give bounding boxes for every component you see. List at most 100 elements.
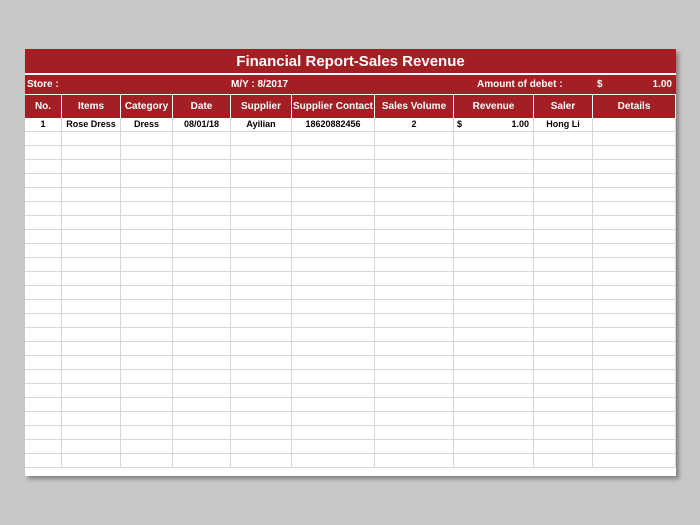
cell-category[interactable] (121, 370, 173, 383)
cell-date[interactable] (173, 230, 231, 243)
cell-date[interactable] (173, 398, 231, 411)
cell-saler[interactable] (534, 272, 593, 285)
cell-supplier[interactable] (231, 286, 292, 299)
cell-category[interactable] (121, 314, 173, 327)
cell-no[interactable] (25, 426, 62, 439)
cell-items[interactable] (62, 398, 121, 411)
cell-sales-volume[interactable] (375, 314, 454, 327)
cell-details[interactable] (593, 160, 676, 173)
cell-items[interactable] (62, 146, 121, 159)
cell-category[interactable] (121, 440, 173, 453)
cell-no[interactable] (25, 174, 62, 187)
cell-saler[interactable] (534, 300, 593, 313)
cell-supplier-contact[interactable] (292, 272, 375, 285)
cell-sales-volume[interactable] (375, 342, 454, 355)
cell-category[interactable] (121, 412, 173, 425)
cell-category[interactable] (121, 384, 173, 397)
cell-no[interactable] (25, 454, 62, 467)
cell-date[interactable] (173, 356, 231, 369)
cell-details[interactable] (593, 216, 676, 229)
cell-saler[interactable] (534, 202, 593, 215)
cell-category[interactable] (121, 202, 173, 215)
cell-date[interactable] (173, 300, 231, 313)
cell-details[interactable] (593, 426, 676, 439)
cell-items[interactable] (62, 328, 121, 341)
cell-sales-volume[interactable] (375, 174, 454, 187)
cell-date[interactable] (173, 244, 231, 257)
cell-supplier-contact[interactable] (292, 356, 375, 369)
cell-sales-volume[interactable] (375, 160, 454, 173)
cell-supplier[interactable] (231, 160, 292, 173)
cell-details[interactable] (593, 230, 676, 243)
cell-saler[interactable] (534, 454, 593, 467)
cell-category[interactable] (121, 160, 173, 173)
cell-date[interactable] (173, 314, 231, 327)
cell-revenue[interactable] (454, 258, 534, 271)
cell-date[interactable] (173, 272, 231, 285)
cell-details[interactable] (593, 174, 676, 187)
cell-category[interactable] (121, 272, 173, 285)
cell-revenue[interactable] (454, 412, 534, 425)
cell-supplier-contact[interactable] (292, 314, 375, 327)
cell-saler[interactable] (534, 412, 593, 425)
cell-supplier[interactable] (231, 146, 292, 159)
cell-no[interactable] (25, 398, 62, 411)
cell-details[interactable] (593, 328, 676, 341)
cell-items[interactable] (62, 188, 121, 201)
cell-category[interactable] (121, 216, 173, 229)
cell-details[interactable] (593, 244, 676, 257)
cell-no[interactable] (25, 300, 62, 313)
cell-supplier-contact[interactable] (292, 426, 375, 439)
cell-revenue[interactable] (454, 300, 534, 313)
cell-supplier[interactable] (231, 454, 292, 467)
cell-details[interactable] (593, 258, 676, 271)
cell-items[interactable] (62, 384, 121, 397)
cell-revenue[interactable]: $1.00 (454, 118, 534, 131)
cell-date[interactable] (173, 454, 231, 467)
cell-no[interactable] (25, 272, 62, 285)
cell-saler[interactable] (534, 398, 593, 411)
cell-sales-volume[interactable] (375, 426, 454, 439)
cell-category[interactable] (121, 328, 173, 341)
cell-items[interactable] (62, 272, 121, 285)
cell-supplier-contact[interactable] (292, 132, 375, 145)
cell-revenue[interactable] (454, 188, 534, 201)
cell-items[interactable] (62, 370, 121, 383)
cell-sales-volume[interactable] (375, 412, 454, 425)
cell-date[interactable] (173, 342, 231, 355)
cell-sales-volume[interactable] (375, 328, 454, 341)
cell-revenue[interactable] (454, 342, 534, 355)
cell-sales-volume[interactable] (375, 230, 454, 243)
cell-details[interactable] (593, 300, 676, 313)
cell-details[interactable] (593, 146, 676, 159)
cell-date[interactable] (173, 286, 231, 299)
cell-no[interactable] (25, 356, 62, 369)
cell-category[interactable] (121, 342, 173, 355)
cell-supplier-contact[interactable] (292, 244, 375, 257)
cell-sales-volume[interactable] (375, 454, 454, 467)
cell-category[interactable] (121, 286, 173, 299)
cell-date[interactable] (173, 188, 231, 201)
cell-no[interactable] (25, 314, 62, 327)
cell-saler[interactable] (534, 426, 593, 439)
cell-supplier[interactable] (231, 356, 292, 369)
cell-sales-volume[interactable] (375, 146, 454, 159)
cell-details[interactable] (593, 286, 676, 299)
cell-sales-volume[interactable] (375, 188, 454, 201)
cell-details[interactable] (593, 188, 676, 201)
cell-supplier[interactable] (231, 412, 292, 425)
cell-category[interactable] (121, 356, 173, 369)
cell-details[interactable] (593, 118, 676, 131)
cell-revenue[interactable] (454, 426, 534, 439)
cell-supplier-contact[interactable] (292, 440, 375, 453)
cell-revenue[interactable] (454, 160, 534, 173)
cell-no[interactable] (25, 188, 62, 201)
cell-supplier[interactable] (231, 132, 292, 145)
cell-items[interactable] (62, 216, 121, 229)
cell-no[interactable] (25, 370, 62, 383)
cell-details[interactable] (593, 370, 676, 383)
cell-category[interactable] (121, 426, 173, 439)
cell-sales-volume[interactable] (375, 384, 454, 397)
cell-revenue[interactable] (454, 440, 534, 453)
cell-supplier[interactable] (231, 244, 292, 257)
